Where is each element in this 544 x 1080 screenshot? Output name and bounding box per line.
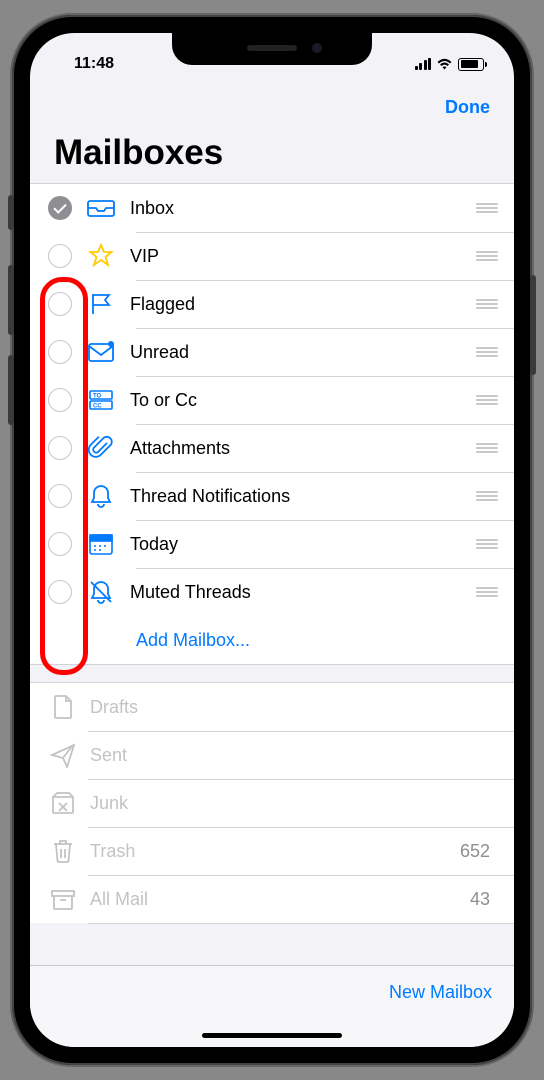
paperplane-icon (48, 740, 78, 770)
drag-handle-icon[interactable] (476, 299, 498, 309)
done-button[interactable]: Done (445, 97, 490, 118)
mailbox-label: VIP (130, 246, 476, 267)
mailbox-label: Junk (90, 793, 498, 814)
junk-icon (48, 788, 78, 818)
volume-up-button (8, 265, 14, 335)
mailbox-row-inbox[interactable]: Inbox (30, 184, 514, 232)
selection-circle[interactable] (48, 292, 72, 316)
svg-text:CC: CC (93, 404, 102, 410)
drag-handle-icon[interactable] (476, 395, 498, 405)
volume-down-button (8, 355, 14, 425)
selection-circle[interactable] (48, 580, 72, 604)
bell-slash-icon (86, 577, 116, 607)
page-title: Mailboxes (30, 133, 514, 183)
selection-circle[interactable] (48, 244, 72, 268)
add-mailbox-button[interactable]: Add Mailbox... (30, 616, 514, 664)
bell-icon (86, 481, 116, 511)
account-mailboxes-list: Drafts Sent Junk Tra (30, 682, 514, 923)
drag-handle-icon[interactable] (476, 203, 498, 213)
selection-circle[interactable] (48, 388, 72, 412)
home-indicator[interactable] (202, 1033, 342, 1038)
mailbox-row-muted[interactable]: Muted Threads (30, 568, 514, 616)
mailbox-row-sent[interactable]: Sent (30, 731, 514, 779)
drag-handle-icon[interactable] (476, 347, 498, 357)
mailbox-label: Inbox (130, 198, 476, 219)
svg-text:TO: TO (93, 394, 102, 400)
mailbox-row-vip[interactable]: VIP (30, 232, 514, 280)
mailbox-label: Today (130, 534, 476, 555)
mailbox-row-trash[interactable]: Trash 652 (30, 827, 514, 875)
selection-circle[interactable] (48, 436, 72, 460)
mailbox-label: Attachments (130, 438, 476, 459)
drag-handle-icon[interactable] (476, 443, 498, 453)
notch (172, 33, 372, 65)
mailbox-label: Thread Notifications (130, 486, 476, 507)
mailbox-label: Flagged (130, 294, 476, 315)
cellular-signal-icon (415, 58, 432, 70)
paperclip-icon (86, 433, 116, 463)
mailbox-label: All Mail (90, 889, 470, 910)
mute-switch (8, 195, 14, 230)
trash-icon (48, 836, 78, 866)
mailbox-row-today[interactable]: Today (30, 520, 514, 568)
selection-circle[interactable] (48, 484, 72, 508)
mailbox-count: 43 (470, 889, 490, 910)
drag-handle-icon[interactable] (476, 491, 498, 501)
star-icon (86, 241, 116, 271)
mailbox-row-thread-notifications[interactable]: Thread Notifications (30, 472, 514, 520)
selection-circle[interactable] (48, 196, 72, 220)
mailbox-row-allmail[interactable]: All Mail 43 (30, 875, 514, 923)
mailbox-count: 652 (460, 841, 490, 862)
status-time: 11:48 (74, 55, 114, 73)
mailbox-label: Unread (130, 342, 476, 363)
new-mailbox-button[interactable]: New Mailbox (389, 982, 492, 1003)
mailbox-row-tocc[interactable]: TO CC To or Cc (30, 376, 514, 424)
to-cc-icon: TO CC (86, 385, 116, 415)
drag-handle-icon[interactable] (476, 587, 498, 597)
screen: 11:48 Done Mailboxes Inbox (30, 33, 514, 1047)
mailbox-row-unread[interactable]: Unread (30, 328, 514, 376)
mailbox-label: Drafts (90, 697, 498, 718)
drag-handle-icon[interactable] (476, 251, 498, 261)
selection-circle[interactable] (48, 532, 72, 556)
battery-icon (458, 58, 484, 71)
nav-bar: Done (30, 81, 514, 133)
smart-mailboxes-list: Inbox VIP Flagged (30, 183, 514, 664)
mailbox-label: Trash (90, 841, 460, 862)
mailbox-row-attachments[interactable]: Attachments (30, 424, 514, 472)
drag-handle-icon[interactable] (476, 539, 498, 549)
wifi-icon (436, 58, 453, 71)
flag-icon (86, 289, 116, 319)
mailbox-row-flagged[interactable]: Flagged (30, 280, 514, 328)
mailbox-label: Muted Threads (130, 582, 476, 603)
mailbox-label: Sent (90, 745, 498, 766)
mailbox-label: To or Cc (130, 390, 476, 411)
doc-icon (48, 692, 78, 722)
tray-icon (86, 193, 116, 223)
mailbox-row-junk[interactable]: Junk (30, 779, 514, 827)
phone-frame: 11:48 Done Mailboxes Inbox (12, 15, 532, 1065)
archivebox-icon (48, 884, 78, 914)
calendar-icon (86, 529, 116, 559)
selection-circle[interactable] (48, 340, 72, 364)
envelope-badge-icon (86, 337, 116, 367)
mailbox-row-drafts[interactable]: Drafts (30, 683, 514, 731)
power-button (530, 275, 536, 375)
